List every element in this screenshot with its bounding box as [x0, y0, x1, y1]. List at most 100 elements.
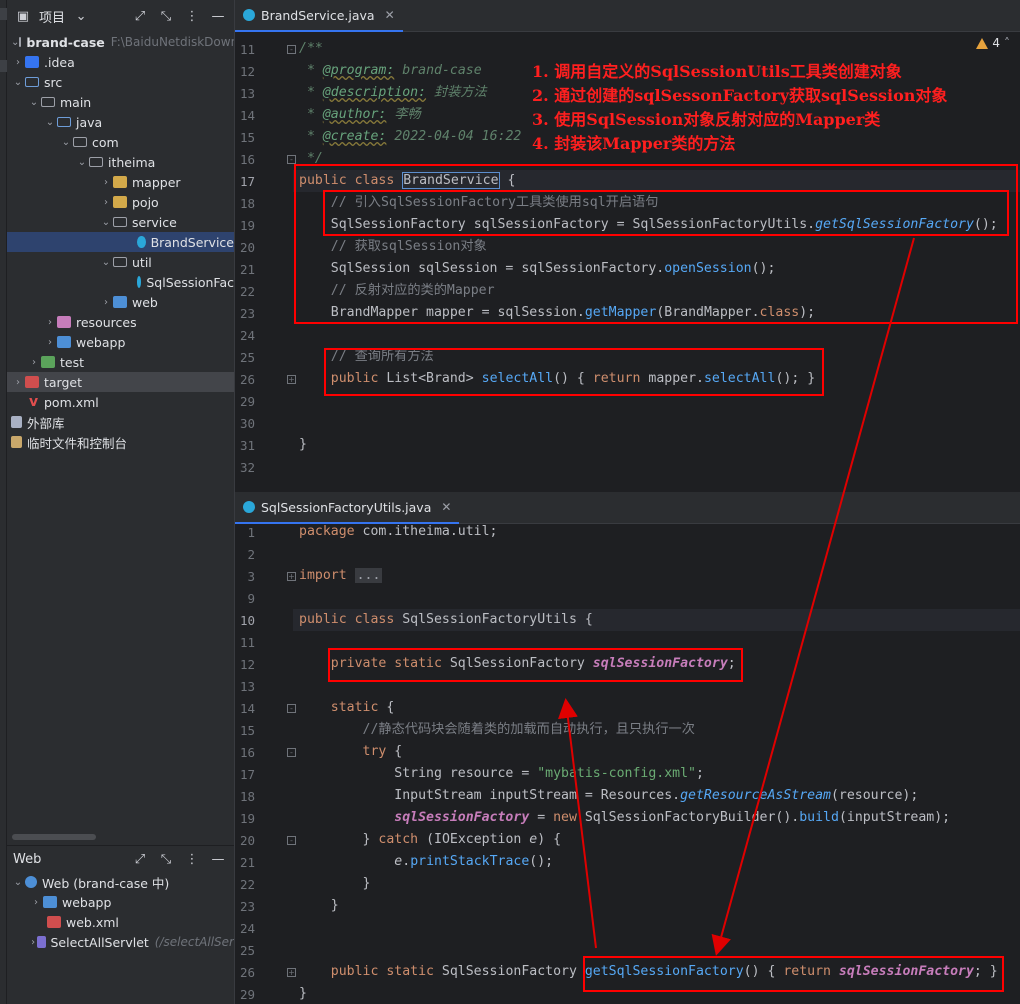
chevron-right-icon[interactable]: ›: [11, 377, 25, 388]
code-line-13[interactable]: * @description: 封装方法: [299, 82, 487, 104]
tree-item-service[interactable]: ⌄ service: [7, 212, 234, 232]
chevron-right-icon[interactable]: ›: [43, 337, 57, 348]
tree-item-brand-case[interactable]: ⌄ brand-case F:\BaiduNetdiskDownlo: [7, 32, 234, 52]
tree-item-util[interactable]: ⌄ util: [7, 252, 234, 272]
code-line-29[interactable]: }: [299, 983, 307, 1004]
code-line-21[interactable]: e.printStackTrace();: [299, 851, 553, 873]
close-icon[interactable]: ✕: [441, 500, 451, 514]
web-tree-webapp[interactable]: › webapp: [7, 892, 234, 912]
web-tree-webxml[interactable]: web.xml: [7, 912, 234, 932]
web-tree-root[interactable]: ⌄ Web (brand-case 中): [7, 872, 234, 892]
fold-icon[interactable]: -: [287, 155, 296, 164]
code-line-17[interactable]: String resource = "mybatis-config.xml";: [299, 763, 704, 785]
chevron-down-icon[interactable]: ⌄: [99, 217, 113, 228]
code-line-11[interactable]: /**: [299, 38, 323, 60]
tree-item-idea[interactable]: › .idea: [7, 52, 234, 72]
fold-icon[interactable]: +: [287, 375, 296, 384]
tree-item-webapp[interactable]: › webapp: [7, 332, 234, 352]
code-line-22[interactable]: // 反射对应的类的Mapper: [299, 280, 495, 302]
code-line-23[interactable]: BrandMapper mapper = sqlSession.getMappe…: [299, 302, 815, 324]
code-line-19[interactable]: SqlSessionFactory sqlSessionFactory = Sq…: [299, 214, 998, 236]
tree-item-brandservice[interactable]: BrandService: [7, 232, 234, 252]
chevron-down-icon[interactable]: ⌄: [43, 117, 57, 128]
collapse-icon[interactable]: ⤡: [156, 849, 176, 869]
code-line-14[interactable]: static {: [299, 697, 395, 719]
expand-icon[interactable]: ⤢: [130, 849, 150, 869]
chevron-down-icon[interactable]: ⌄: [27, 97, 41, 108]
tree-item-sqlsessionfactoryutils[interactable]: SqlSessionFac: [7, 272, 234, 292]
code-line-23[interactable]: }: [299, 895, 339, 917]
code-line-22[interactable]: }: [299, 873, 371, 895]
chevron-right-icon[interactable]: ›: [99, 297, 113, 308]
chevron-right-icon[interactable]: ›: [99, 177, 113, 188]
minimize-icon[interactable]: —: [208, 6, 228, 26]
tree-item-itheima[interactable]: ⌄ itheima: [7, 152, 234, 172]
expand-all-icon[interactable]: ⤢: [130, 6, 150, 26]
code-line-16[interactable]: try {: [299, 741, 403, 763]
code-line-10[interactable]: public class SqlSessionFactoryUtils {: [299, 609, 593, 631]
minimize-icon[interactable]: —: [208, 849, 228, 869]
code-line-16[interactable]: */: [299, 148, 323, 170]
code-line-3[interactable]: import ...: [299, 565, 383, 587]
tree-item-web[interactable]: › web: [7, 292, 234, 312]
tree-item-mapper[interactable]: › mapper: [7, 172, 234, 192]
code-line-25[interactable]: // 查询所有方法: [299, 346, 434, 368]
chevron-down-icon[interactable]: ⌄: [59, 137, 73, 148]
tree-item-pom[interactable]: v pom.xml: [7, 392, 234, 412]
tree-item-external-libraries[interactable]: 外部库: [7, 412, 234, 432]
code-line-14[interactable]: * @author: 李畅: [299, 104, 421, 126]
more-options-icon[interactable]: ⋮: [182, 849, 202, 869]
tree-item-com[interactable]: ⌄ com: [7, 132, 234, 152]
chevron-down-icon[interactable]: ⌄: [99, 257, 113, 268]
tab-sqlsessionfactoryutils[interactable]: SqlSessionFactoryUtils.java ✕: [235, 492, 460, 524]
project-tool-button[interactable]: [0, 8, 7, 20]
tree-item-main[interactable]: ⌄ main: [7, 92, 234, 112]
folded-imports[interactable]: ...: [354, 568, 383, 583]
tree-item-pojo[interactable]: › pojo: [7, 192, 234, 212]
chevron-right-icon[interactable]: ›: [99, 197, 113, 208]
fold-icon[interactable]: -: [287, 45, 296, 54]
tree-item-src[interactable]: ⌄ src: [7, 72, 234, 92]
more-options-icon[interactable]: ⋮: [182, 6, 202, 26]
project-view-icon[interactable]: ▣: [13, 6, 33, 26]
chevron-up-icon[interactable]: ˄: [1004, 36, 1010, 50]
code-line-26[interactable]: public List<Brand> selectAll() { return …: [299, 368, 815, 390]
close-icon[interactable]: ✕: [385, 8, 395, 22]
code-line-18[interactable]: // 引入SqlSessionFactory工具类使用sql开启语句: [299, 192, 659, 214]
chevron-down-icon[interactable]: ⌄: [75, 157, 89, 168]
chevron-right-icon[interactable]: ›: [27, 357, 41, 368]
tree-item-scratches[interactable]: 临时文件和控制台: [7, 432, 234, 452]
web-tree-servlet[interactable]: › SelectAllServlet (/selectAllSer: [7, 932, 234, 952]
chevron-right-icon[interactable]: ›: [43, 317, 57, 328]
fold-icon[interactable]: +: [287, 572, 296, 581]
code-line-15[interactable]: //静态代码块会随着类的加载而自动执行，且只执行一次: [299, 719, 695, 741]
chevron-down-icon[interactable]: ⌄: [11, 37, 19, 48]
collapse-all-icon[interactable]: ⤡: [156, 6, 176, 26]
chevron-right-icon[interactable]: ›: [11, 57, 25, 68]
code-line-20[interactable]: } catch (IOException e) {: [299, 829, 562, 851]
code-line-26[interactable]: public static SqlSessionFactory getSqlSe…: [299, 961, 998, 983]
project-panel-title[interactable]: 项目: [39, 7, 65, 26]
code-line-21[interactable]: SqlSession sqlSession = sqlSessionFactor…: [299, 258, 776, 280]
tree-item-target[interactable]: › target: [7, 372, 234, 392]
code-line-12[interactable]: * @program: brand-case: [299, 60, 482, 82]
tree-item-test[interactable]: › test: [7, 352, 234, 372]
code-line-18[interactable]: InputStream inputStream = Resources.getR…: [299, 785, 918, 807]
fold-icon[interactable]: +: [287, 968, 296, 977]
code-line-19[interactable]: sqlSessionFactory = new SqlSessionFactor…: [299, 807, 950, 829]
chevron-right-icon[interactable]: ›: [29, 937, 37, 948]
code-line-20[interactable]: // 获取sqlSession对象: [299, 236, 487, 258]
fold-icon[interactable]: -: [287, 704, 296, 713]
code-line-1[interactable]: package com.itheima.util;: [299, 521, 498, 543]
fold-icon[interactable]: -: [287, 748, 296, 757]
tree-item-resources[interactable]: › resources: [7, 312, 234, 332]
chevron-down-icon[interactable]: ⌄: [11, 77, 25, 88]
fold-icon[interactable]: -: [287, 836, 296, 845]
editor-sqlsessionfactoryutils[interactable]: SqlSessionFactoryUtils.java ✕ 1 2 3 9 10…: [234, 492, 1020, 1004]
structure-tool-button[interactable]: [0, 60, 7, 72]
code-line-17[interactable]: public class BrandService {: [299, 170, 515, 192]
tab-brandservice[interactable]: BrandService.java ✕: [235, 0, 403, 32]
code-line-12[interactable]: private static SqlSessionFactory sqlSess…: [299, 653, 736, 675]
chevron-right-icon[interactable]: ›: [29, 897, 43, 908]
project-panel-scrollbar[interactable]: [12, 834, 96, 840]
